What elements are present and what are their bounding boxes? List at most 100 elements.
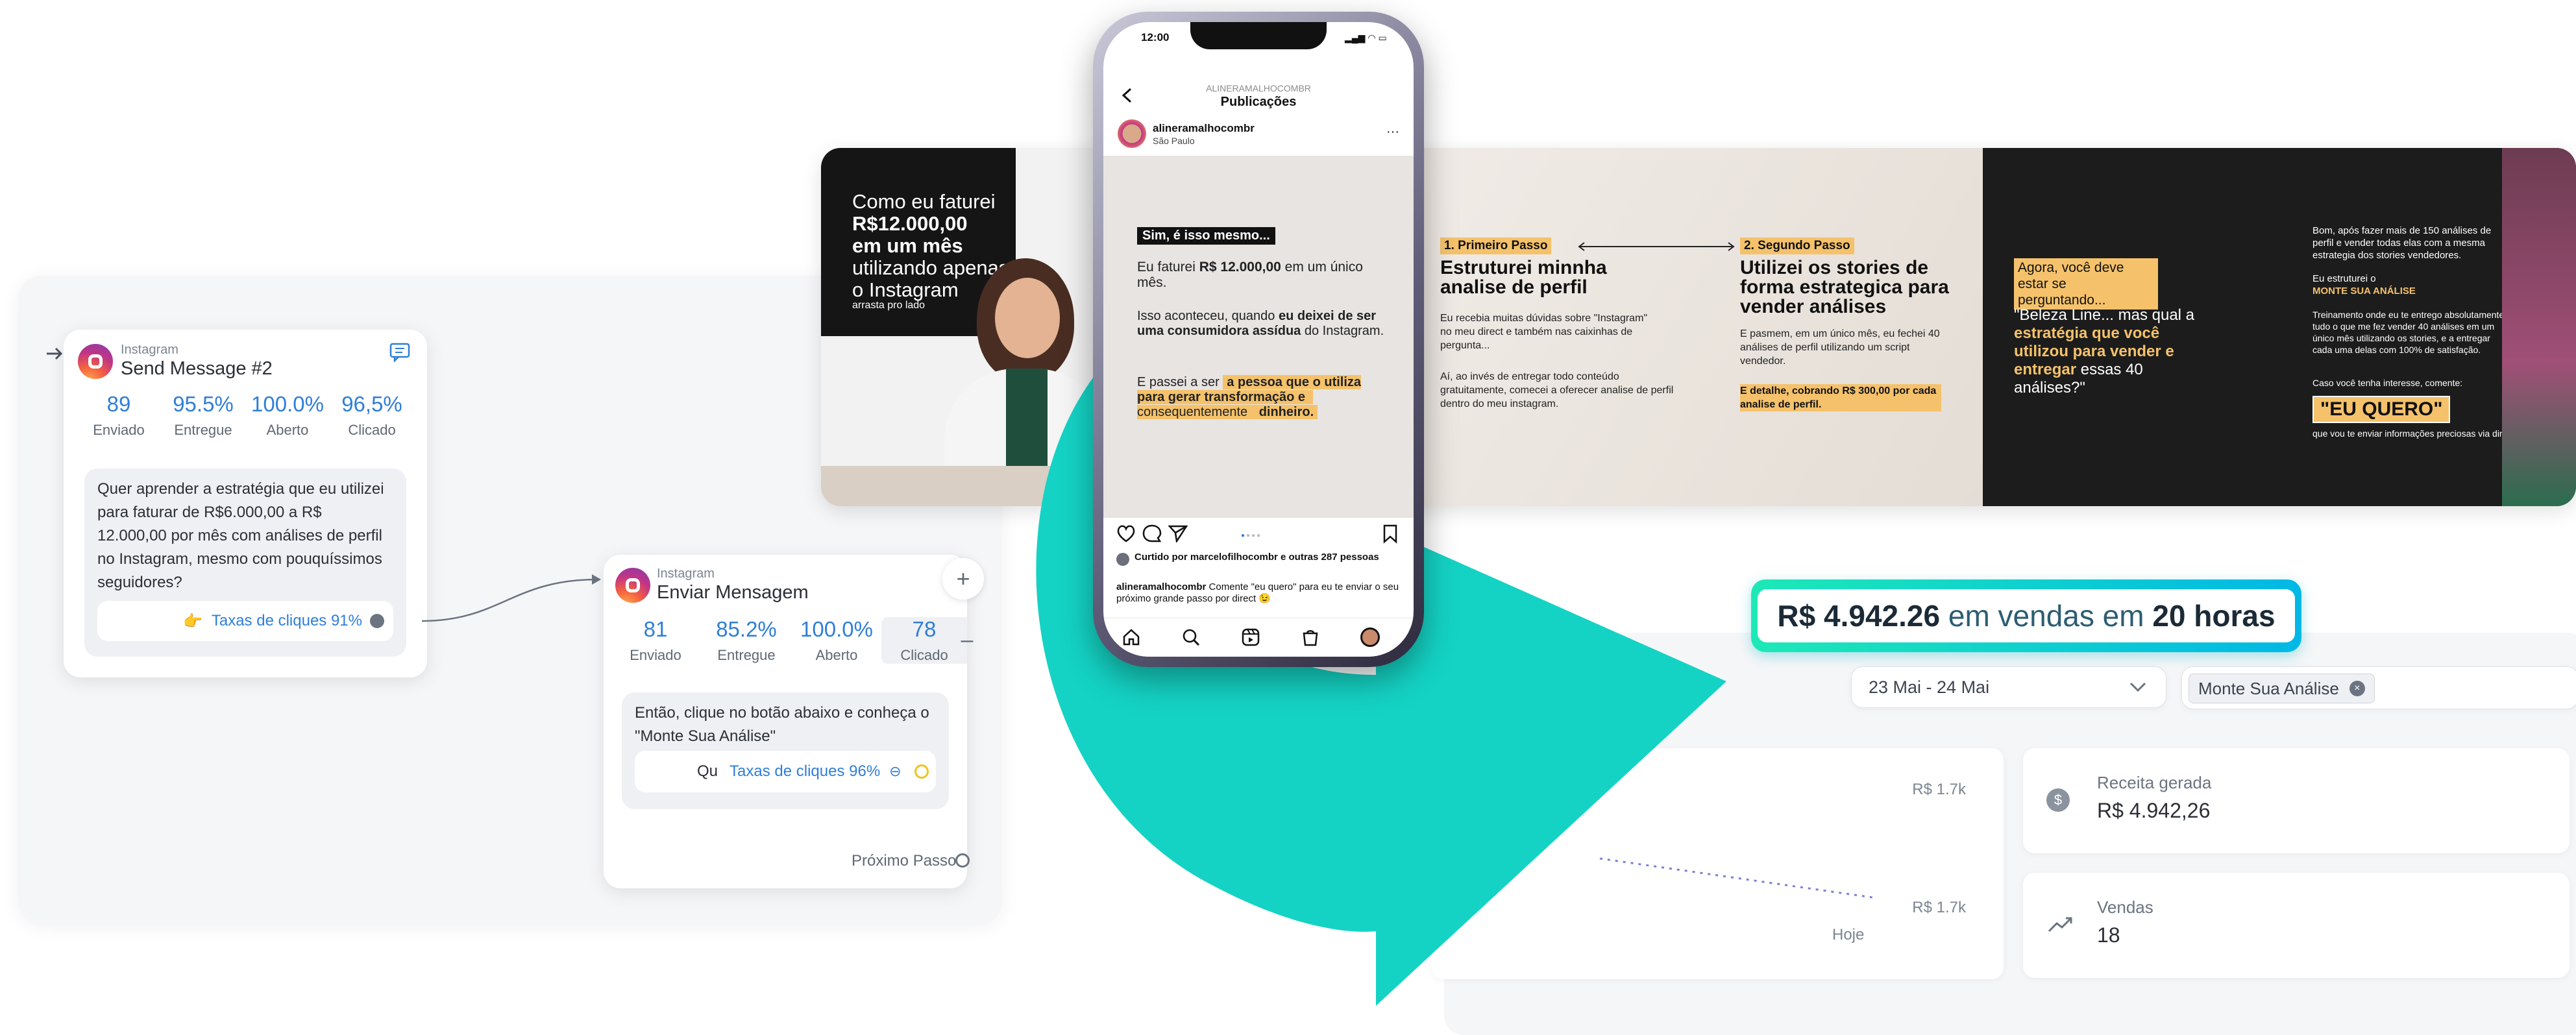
flow-entry-arrow-icon [45, 344, 65, 363]
message-button[interactable]: Qu Taxas de cliques 96% ⊖ [635, 751, 936, 792]
stat-delivered: 85.2% Entregue [701, 617, 792, 664]
date-range-value: 23 Mai - 24 Mai [1869, 677, 1990, 697]
question-text: "Beleza Line... mas qual a estratégia qu… [2014, 306, 2215, 397]
node-platform: Instagram [657, 566, 715, 581]
connector-handle[interactable] [370, 614, 384, 628]
header-title: Publicações [1220, 95, 1297, 109]
banner-time: 20 horas [2152, 599, 2275, 633]
node-stats: 81 Enviado 85.2% Entregue 100.0% Aberto 78 C… [610, 617, 967, 664]
share-icon[interactable] [1168, 524, 1188, 542]
next-step-label[interactable]: Próximo Passo [852, 852, 956, 870]
pointing-hand-icon: 👉 [182, 612, 202, 630]
carousel-slide-question: Agora, você deve estar se perguntando...… [1983, 148, 2576, 506]
post-caption: alineramalhocombr Comente "eu quero" par… [1116, 581, 1402, 605]
stat-label: Clicado [348, 422, 396, 438]
sales-label: Vendas [2097, 897, 2153, 917]
product-filter[interactable]: Monte Sua Análise × [2181, 666, 2576, 709]
flow-node-send-message[interactable]: Instagram Send Message #2 89 Enviado 95.5… [64, 330, 427, 677]
reels-icon[interactable] [1241, 627, 1260, 647]
status-time: 12:00 [1141, 31, 1170, 43]
bottom-nav [1103, 618, 1414, 657]
step1-title: Estruturei minnha analise de perfil [1440, 257, 1607, 298]
instagram-icon [615, 568, 650, 603]
cover-line-bold: R$12.000,00 [852, 212, 968, 235]
carousel-dots: ●●●● [1241, 532, 1262, 539]
post-text: Isso aconteceu, quando [1137, 309, 1279, 323]
button-click-rate: Taxas de cliques 91% [211, 612, 362, 629]
flow-connector [422, 574, 601, 622]
final-slide-para4: Caso você tenha interesse, comente: [2312, 378, 2463, 388]
final-slide-para5: que vou te enviar informações preciosas … [2312, 428, 2518, 439]
stat-label: Entregue [174, 422, 232, 438]
final-line: Eu estruturei o [2312, 273, 2376, 284]
avatar[interactable] [1118, 119, 1146, 148]
final-slide-para2: Eu estruturei o MONTE SUA ANÁLISE [2312, 273, 2507, 297]
banner-mid: em vendas em [1940, 599, 2153, 633]
comment-bubble-icon[interactable] [1142, 524, 1162, 542]
message-text: Quer aprender a estratégia que eu utiliz… [97, 480, 384, 591]
step-arrow-line [1578, 242, 1735, 251]
stat-label: Entregue [717, 647, 776, 663]
liked-by-text[interactable]: Curtido por marcelofilhocombr e outras 2… [1135, 552, 1394, 563]
node-stats: 89 Enviado 95.5% Entregue 100.0% Aberto 96,… [77, 392, 414, 439]
phone-screen: 12:00 ▂▄▆ ◠ ▭ ALINERAMALHOCOMBR Publicaç… [1103, 22, 1414, 657]
product-chip[interactable]: Monte Sua Análise × [2189, 674, 2375, 703]
link-icon: ⊖ [889, 763, 902, 779]
search-icon[interactable] [1181, 627, 1201, 647]
shop-icon[interactable] [1301, 627, 1320, 647]
message-button[interactable]: 👉 Taxas de cliques 91% [97, 601, 393, 641]
stat-opened: 100.0% Aberto [792, 617, 881, 664]
header-account: ALINERAMALHOCOMBR [1206, 83, 1311, 93]
stat-value: 85.2% [716, 617, 777, 641]
post-username[interactable]: alineramalhocombr [1153, 122, 1255, 135]
post-text: do Instagram. [1301, 324, 1384, 338]
node-platform: Instagram [121, 343, 178, 357]
stat-value: 81 [643, 617, 668, 641]
stat-label: Enviado [630, 647, 681, 663]
final-slide-cta: "EU QUERO" [2312, 396, 2451, 423]
stat-value: 100.0% [251, 392, 324, 416]
home-icon[interactable] [1122, 627, 1141, 647]
profile-avatar[interactable] [1360, 627, 1380, 647]
final-product: MONTE SUA ANÁLISE [2312, 286, 2416, 297]
question-intro: Agora, você deve estar se perguntando... [2014, 258, 2158, 310]
post-paragraph: E passei a ser a pessoa que o utiliza pa… [1137, 375, 1390, 420]
button-click-rate: Taxas de cliques 96% [730, 762, 881, 780]
currency-icon: $ [2046, 788, 2070, 812]
flow-node-enviar-mensagem[interactable]: Instagram Enviar Mensagem 81 Enviado 85.2… [604, 555, 970, 888]
save-bookmark-icon[interactable] [1382, 524, 1398, 544]
question-part: "Beleza Line... mas qual a [2014, 306, 2195, 324]
comment-icon[interactable] [389, 343, 411, 363]
stat-sent: 89 Enviado [77, 392, 161, 439]
post-tag: Sim, é isso mesmo... [1137, 227, 1275, 245]
person-photo-2 [2502, 148, 2576, 506]
phone-mockup: 12:00 ▂▄▆ ◠ ▭ ALINERAMALHOCOMBR Publicaç… [1093, 12, 1424, 667]
stat-delivered: 95.5% Entregue [161, 392, 245, 439]
step2-title: Utilizei os stories de forma estrategica… [1740, 257, 1949, 317]
stat-label: Aberto [266, 422, 309, 438]
instagram-icon [78, 344, 113, 379]
post-image[interactable]: Sim, é isso mesmo... Eu faturei R$ 12.00… [1103, 156, 1414, 518]
stat-sent: 81 Enviado [610, 617, 701, 664]
more-options-icon[interactable]: ··· [1386, 125, 1399, 140]
chevron-down-icon [2129, 682, 2146, 692]
date-range-select[interactable]: 23 Mai - 24 Mai [1851, 666, 2166, 708]
post-paragraph: Eu faturei R$ 12.000,00 em um único mês. [1137, 260, 1390, 291]
chart-top-label: R$ 1.7k [1912, 781, 1966, 798]
like-icon[interactable] [1116, 524, 1136, 542]
revenue-card: $ Receita gerada R$ 4.942,26 [2023, 748, 2570, 853]
node-title: Enviar Mensagem [657, 582, 809, 603]
post-location[interactable]: São Paulo [1153, 136, 1195, 146]
product-chip-label: Monte Sua Análise [2198, 678, 2339, 698]
step1-tag: 1. Primeiro Passo [1440, 237, 1552, 254]
remove-chip-icon[interactable]: × [2349, 681, 2365, 696]
stat-clicked: 96,5% Clicado [330, 392, 414, 439]
step2-tag: 2. Segundo Passo [1740, 237, 1854, 254]
connector-handle[interactable] [914, 764, 929, 779]
sales-value: 18 [2097, 923, 2120, 947]
caption-username[interactable]: alineramalhocombr [1116, 581, 1206, 592]
post-text-highlight: dinheiro. [1255, 405, 1318, 419]
stat-value: 89 [106, 392, 131, 416]
cover-line: Como eu faturei [852, 190, 996, 213]
stat-value: 100.0% [800, 617, 873, 641]
